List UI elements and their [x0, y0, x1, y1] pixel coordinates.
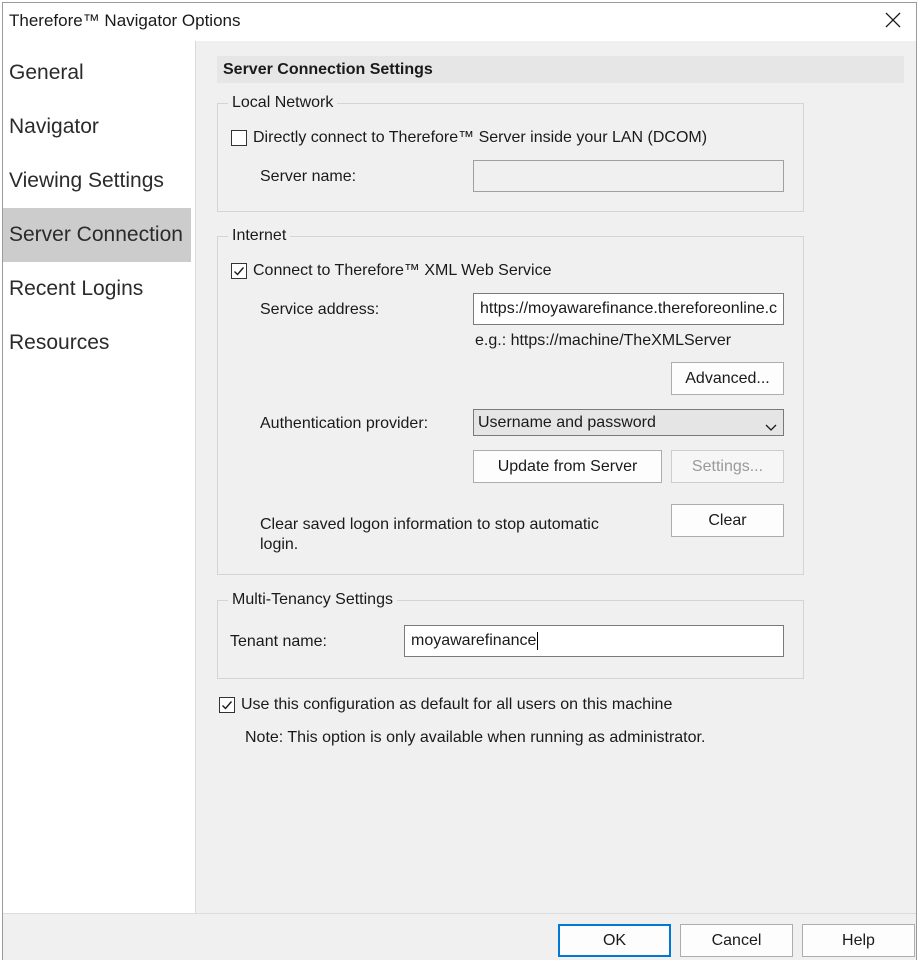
service-address-example: e.g.: https://machine/TheXMLServer — [475, 332, 732, 349]
dialog-footer: OK Cancel Help — [3, 913, 916, 960]
clear-button[interactable]: Clear — [671, 504, 784, 537]
sidebar-item-recent-logins[interactable]: Recent Logins — [3, 262, 191, 316]
settings-button[interactable]: Settings... — [671, 450, 784, 483]
check-icon — [222, 701, 233, 710]
server-name-label: Server name: — [260, 168, 357, 185]
service-address-label: Service address: — [260, 301, 380, 318]
default-config-checkbox[interactable] — [219, 697, 235, 713]
server-name-field[interactable] — [473, 160, 784, 192]
clear-logon-info-text: Clear saved logon information to stop au… — [260, 516, 599, 553]
multi-tenancy-legend: Multi-Tenancy Settings — [228, 590, 397, 610]
sidebar-item-viewing-settings[interactable]: Viewing Settings — [3, 154, 191, 208]
sidebar-item-navigator[interactable]: Navigator — [3, 100, 191, 154]
auth-provider-value: Username and password — [478, 414, 656, 431]
local-network-legend: Local Network — [228, 93, 338, 113]
internet-group: Internet Connect to Therefore™ XML Web S… — [217, 226, 804, 575]
dcom-checkbox-label: Directly connect to Therefore™ Server in… — [253, 129, 708, 146]
local-network-group: Local Network Directly connect to Theref… — [217, 93, 804, 212]
window-title: Therefore™ Navigator Options — [9, 11, 241, 30]
chevron-down-icon — [765, 416, 777, 441]
sidebar: General Navigator Viewing Settings Serve… — [3, 41, 196, 913]
xml-web-service-checkbox[interactable] — [231, 263, 247, 279]
tenant-name-input[interactable]: moyawarefinance — [404, 625, 784, 657]
update-from-server-button[interactable]: Update from Server — [473, 450, 662, 483]
text-cursor — [537, 631, 539, 650]
sidebar-item-server-connection[interactable]: Server Connection — [3, 208, 191, 262]
title-bar: Therefore™ Navigator Options — [3, 3, 916, 41]
tenant-name-label: Tenant name: — [230, 633, 327, 650]
sidebar-item-general[interactable]: General — [3, 46, 191, 100]
default-config-label: Use this configuration as default for al… — [241, 696, 673, 713]
admin-note: Note: This option is only available when… — [245, 729, 706, 746]
multi-tenancy-group: Multi-Tenancy Settings Tenant name: moya… — [217, 590, 804, 679]
help-button[interactable]: Help — [802, 924, 915, 957]
ok-button[interactable]: OK — [558, 924, 671, 957]
close-icon — [885, 12, 901, 33]
dcom-checkbox[interactable] — [231, 130, 247, 146]
xml-web-service-label: Connect to Therefore™ XML Web Service — [253, 262, 552, 279]
service-address-input[interactable]: https://moyawarefinance.thereforeonline.… — [473, 293, 784, 325]
tenant-name-value: moyawarefinance — [411, 632, 537, 649]
cancel-button[interactable]: Cancel — [680, 924, 793, 957]
auth-provider-select[interactable]: Username and password — [473, 409, 784, 436]
page-title: Server Connection Settings — [217, 56, 904, 83]
internet-legend: Internet — [228, 226, 291, 246]
options-dialog: Therefore™ Navigator Options General Nav… — [2, 2, 917, 960]
check-icon — [234, 267, 245, 276]
advanced-button[interactable]: Advanced... — [671, 362, 784, 395]
settings-panel: Server Connection Settings Local Network… — [196, 41, 916, 913]
sidebar-item-resources[interactable]: Resources — [3, 316, 191, 370]
auth-provider-label: Authentication provider: — [260, 415, 429, 432]
close-button[interactable] — [870, 3, 916, 41]
